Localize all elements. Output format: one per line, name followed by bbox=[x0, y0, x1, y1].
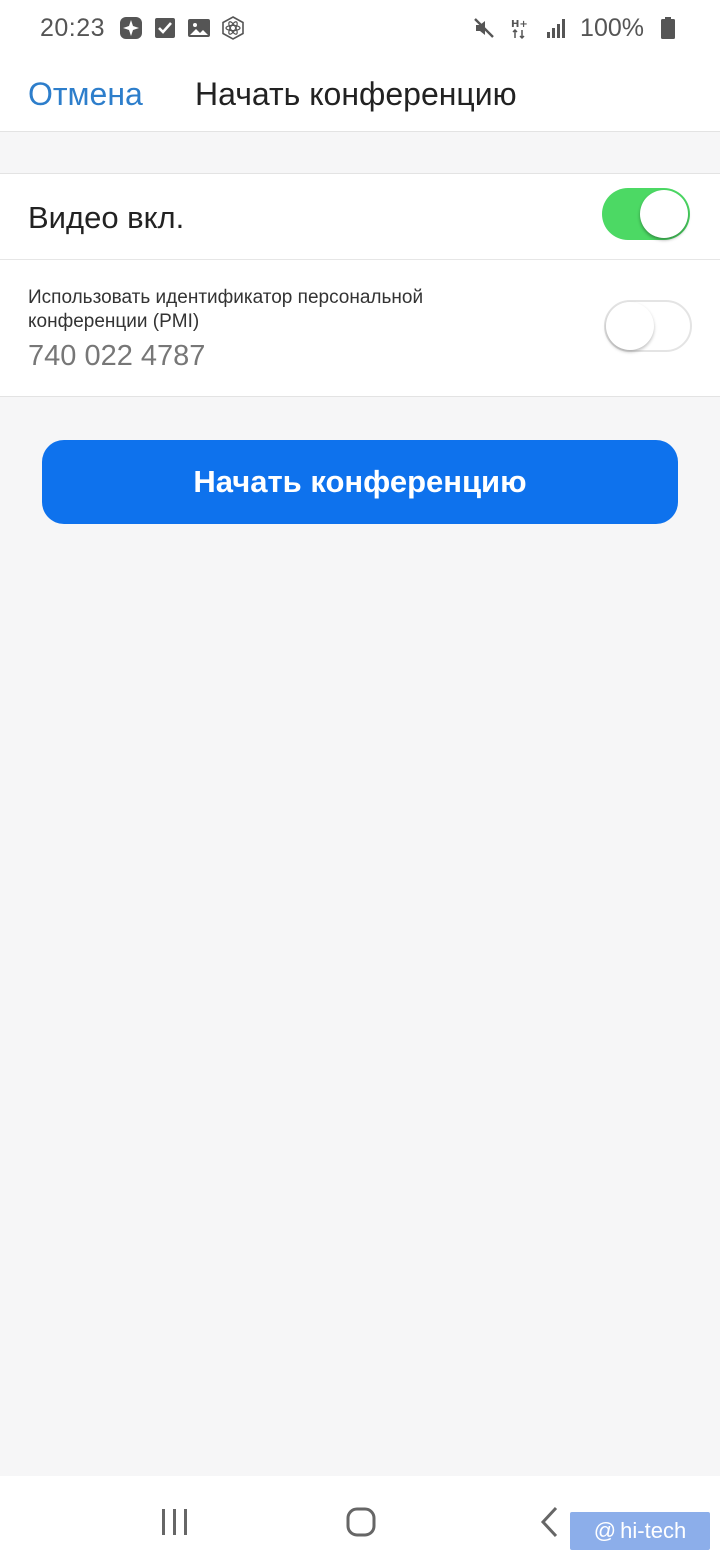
video-on-toggle[interactable] bbox=[602, 188, 690, 240]
svg-text:H+: H+ bbox=[511, 19, 528, 30]
watermark-text: hi-tech bbox=[620, 1518, 687, 1543]
at-icon: @ bbox=[593, 1518, 617, 1543]
atom-icon bbox=[222, 16, 244, 40]
recent-apps-icon[interactable] bbox=[155, 1502, 195, 1542]
header: Отмена Начать конференцию bbox=[0, 56, 720, 132]
video-on-row: Видео вкл. bbox=[0, 174, 720, 260]
status-bar: 20:23 H+ 100% bbox=[0, 0, 720, 56]
toggle-knob bbox=[640, 190, 688, 238]
pmi-row: Использовать идентификатор персональной … bbox=[0, 260, 720, 398]
video-on-label: Видео вкл. bbox=[28, 200, 185, 235]
back-icon[interactable] bbox=[530, 1502, 570, 1542]
page-title: Начать конференцию bbox=[195, 76, 517, 112]
mute-icon bbox=[474, 18, 494, 38]
start-meeting-button[interactable]: Начать конференцию bbox=[42, 440, 678, 524]
meeting-options-card: Видео вкл. Использовать идентификатор пе… bbox=[0, 173, 720, 397]
app-grid-icon bbox=[120, 17, 143, 39]
home-icon[interactable] bbox=[341, 1502, 381, 1542]
image-icon bbox=[188, 19, 211, 37]
status-left-icons bbox=[119, 16, 245, 40]
battery-icon bbox=[661, 17, 675, 39]
toggle-knob bbox=[606, 302, 654, 350]
status-right-icons: H+ 100% bbox=[472, 14, 680, 43]
watermark-logo: @ hi-tech bbox=[570, 1512, 710, 1550]
pmi-toggle[interactable] bbox=[604, 300, 692, 352]
network-hplus-icon: H+ bbox=[511, 19, 528, 40]
start-meeting-screen: 20:23 H+ 100% Отмена Начать конференцию … bbox=[0, 0, 720, 1560]
cancel-button[interactable]: Отмена bbox=[28, 76, 143, 113]
battery-percent: 100% bbox=[580, 13, 644, 42]
pmi-id-value: 740 022 4787 bbox=[28, 340, 206, 372]
signal-icon bbox=[547, 19, 566, 38]
checkbox-icon bbox=[155, 18, 176, 38]
status-time: 20:23 bbox=[40, 13, 106, 42]
pmi-label: Использовать идентификатор персональной … bbox=[28, 287, 424, 332]
